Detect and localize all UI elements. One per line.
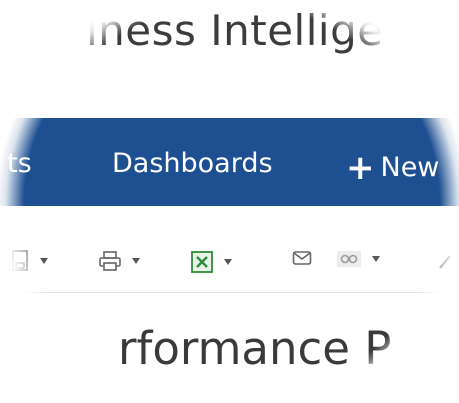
edit-button[interactable] <box>438 250 456 270</box>
report-toolbar <box>0 206 459 293</box>
excel-export-icon <box>191 251 213 273</box>
print-icon <box>99 251 121 271</box>
nav-item-new[interactable]: + New <box>346 148 439 188</box>
nav-item-reports[interactable]: ts <box>7 148 32 179</box>
nav-item-new-label: New <box>380 152 440 183</box>
print-button[interactable] <box>98 250 140 272</box>
excel-export-button[interactable] <box>190 250 232 274</box>
magnified-screen: iness Intellige ts Dashboards + New rfor… <box>0 0 459 403</box>
nav-item-dashboards[interactable]: Dashboards <box>112 148 273 179</box>
top-navigation-bar: ts Dashboards + New <box>0 118 459 206</box>
email-icon <box>292 251 312 265</box>
chevron-down-icon[interactable] <box>40 258 48 264</box>
app-title: iness Intellige <box>86 6 384 55</box>
email-button[interactable] <box>292 250 312 266</box>
plus-icon: + <box>346 148 375 188</box>
link-icon <box>337 251 361 267</box>
save-icon <box>12 250 28 271</box>
pencil-icon <box>439 255 451 269</box>
save-button[interactable] <box>12 250 48 272</box>
report-title: rformance P <box>118 322 392 375</box>
link-button[interactable] <box>336 250 380 268</box>
chevron-down-icon[interactable] <box>224 259 232 265</box>
chevron-down-icon[interactable] <box>132 258 140 264</box>
chevron-down-icon[interactable] <box>372 256 380 262</box>
